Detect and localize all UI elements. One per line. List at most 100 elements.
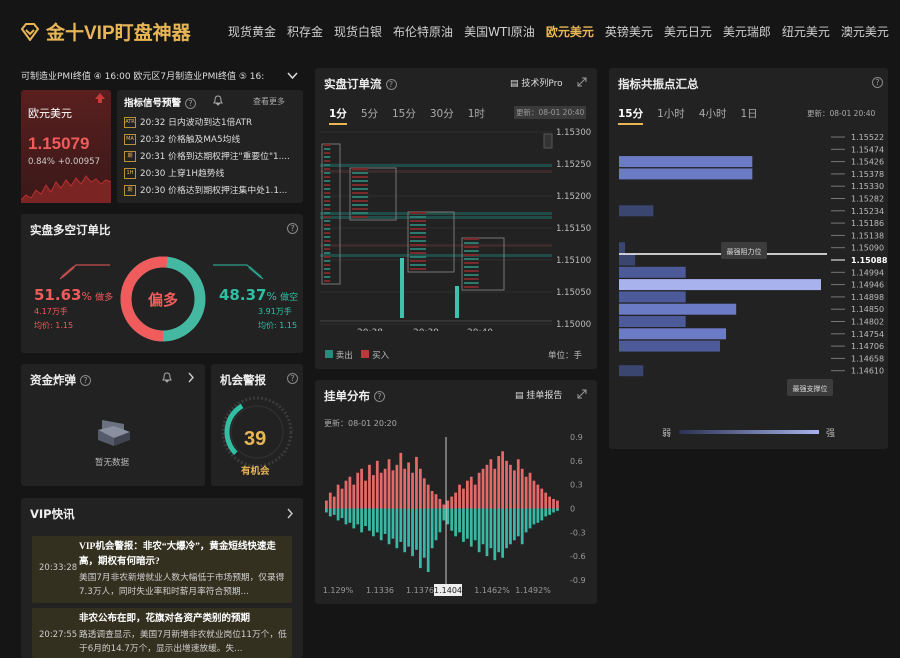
short-label: 做空 <box>280 293 299 303</box>
timeframe-tab[interactable]: 1小时 <box>657 106 685 125</box>
news-item[interactable]: 20:27:55 非农公布在即，花旗对各资产类别的预期 路透调查显示，美国7月新… <box>32 608 292 658</box>
footprint-cell <box>352 216 369 218</box>
depth-report-button[interactable]: ▤ 挂单报告 <box>515 388 562 401</box>
quote-price: 1.15079 <box>28 134 90 153</box>
chevron-right-icon[interactable] <box>286 508 294 519</box>
timeframe-tab[interactable]: 1日 <box>741 106 758 125</box>
timeframe-tab[interactable]: 30分 <box>430 106 454 125</box>
nav-tab[interactable]: 美元瑞郎 <box>723 23 771 40</box>
ask-bar <box>364 508 367 526</box>
signal-time: 20:30 <box>140 186 169 196</box>
ask-bar <box>540 508 544 521</box>
orderflow-timeframe-tabs: 1分 5分 15分 30分 1时 <box>329 106 485 125</box>
signal-item[interactable]: ATR 20:32 日内波动到达1倍ATR <box>124 115 300 128</box>
nav-tab[interactable]: 布伦特原油 <box>393 23 453 40</box>
levels-updated: 更新：08-01 20:40 <box>807 109 876 118</box>
bid-bar <box>454 492 457 509</box>
quote-card[interactable]: 欧元美元 1.15079 0.84% +0.00957 <box>21 90 111 203</box>
help-icon[interactable]: ? <box>287 373 298 384</box>
bell-icon[interactable] <box>213 95 223 106</box>
bid-bar <box>540 488 544 509</box>
footprint-cell <box>410 224 427 226</box>
ask-bar <box>383 508 387 534</box>
bid-bar <box>469 476 473 509</box>
footprint-cell <box>410 268 427 270</box>
nav-tab[interactable]: 美元日元 <box>664 23 712 40</box>
nav-tab[interactable]: 积存金 <box>287 23 323 40</box>
y-tick-label: 0.9 <box>570 433 583 442</box>
timeframe-tab[interactable]: 1时 <box>468 106 485 125</box>
ask-bar <box>501 508 504 558</box>
ask-bar <box>379 508 383 541</box>
timeframe-tab[interactable]: 1分 <box>329 106 347 125</box>
footprint-cell <box>324 240 331 242</box>
bid-bar <box>438 498 442 509</box>
nav-tab[interactable]: 美国WTI原油 <box>464 23 535 40</box>
nav-tab[interactable]: 纽元美元 <box>782 23 830 40</box>
help-icon[interactable]: ? <box>385 79 397 90</box>
alert-title: 机会警报 <box>220 373 266 387</box>
level-price-label: 1.15282 <box>851 195 884 204</box>
expand-icon[interactable] <box>577 77 587 87</box>
footprint-cell <box>324 232 331 234</box>
footprint-cell <box>352 212 369 214</box>
y-tick-label: -0.6 <box>570 552 586 561</box>
calendar-ticker[interactable]: 可制造业PMI终值 ④ 16:00 欧元区7月制造业PMI终值 ⑤ 16: <box>21 69 304 85</box>
bid-bar <box>501 451 504 509</box>
signal-item[interactable]: 期 20:30 价格达到期权押注集中处1.1... <box>124 183 300 196</box>
nav-tab[interactable]: 现货白银 <box>334 23 382 40</box>
levels-chart[interactable]: 1.15522 1.15474 1.15426 1.15378 1.15330 1.152… <box>609 128 888 438</box>
level-price-label: 1.15474 <box>851 145 884 154</box>
timeframe-tab[interactable]: 4小时 <box>699 106 727 125</box>
ask-bar <box>426 508 430 573</box>
bell-icon[interactable] <box>162 372 172 383</box>
footprint-cell <box>324 200 331 202</box>
chevron-right-icon[interactable] <box>187 372 195 383</box>
footprint-cell <box>464 266 479 268</box>
help-icon[interactable]: ? <box>287 223 298 234</box>
level-bar <box>619 316 686 327</box>
ask-bar <box>458 508 461 533</box>
footprint-cell <box>464 274 479 276</box>
long-avg: 1.15 <box>55 321 74 330</box>
bid-bar <box>336 484 340 509</box>
orderflow-title: 实盘订单流 <box>324 77 382 91</box>
help-icon[interactable]: ? <box>374 391 385 402</box>
footprint-cell <box>324 156 331 158</box>
tech-pro-button[interactable]: ▤ 技术列Pro <box>510 76 563 89</box>
help-icon[interactable]: ? <box>80 375 91 386</box>
news-item[interactable]: 20:33:28 VIP机会警报：非农“大爆冷”，黄金短线快速走高，期权有何暗示… <box>32 536 292 603</box>
long-amount: 4.17万手 <box>34 307 68 316</box>
funds-empty-text: 暂无数据 <box>95 458 130 468</box>
signals-more-link[interactable]: 查看更多 <box>253 96 285 107</box>
footprint-cell <box>324 164 331 166</box>
ask-bar <box>454 508 457 537</box>
bid-bar <box>528 472 532 509</box>
footprint-cell <box>324 236 331 238</box>
nav-tab[interactable]: 英镑美元 <box>605 23 653 40</box>
help-icon[interactable]: ? <box>185 98 197 109</box>
chevron-down-icon[interactable] <box>287 71 298 80</box>
timeframe-tab[interactable]: 5分 <box>361 106 378 125</box>
signal-item[interactable]: 期 20:31 价格到达期权押注"重要位"1.... <box>124 149 300 162</box>
bid-bar <box>352 484 356 509</box>
timeframe-tab[interactable]: 15分 <box>618 106 644 125</box>
nav-tab[interactable]: 现货黄金 <box>228 23 276 40</box>
help-icon[interactable]: ? <box>872 77 883 88</box>
timeframe-tab[interactable]: 15分 <box>392 106 416 125</box>
signal-item[interactable]: 1H 20:30 上穿1H趋势线 <box>124 166 300 179</box>
bid-bar <box>387 459 391 509</box>
depth-chart[interactable]: 0.9 0.6 0.3 0 -0.3 -0.6 -0.9 1.129% 1.1336 1.1376… <box>320 432 595 602</box>
orderflow-chart[interactable]: 1.15300 1.15250 1.15200 1.15150 1.15100 1.150… <box>320 126 595 331</box>
ask-bar <box>352 508 356 529</box>
expand-icon[interactable] <box>577 389 587 399</box>
level-bar <box>619 242 626 254</box>
nav-tab[interactable]: 澳元美元 <box>841 23 889 40</box>
nav-tab[interactable]: 欧元美元 <box>546 23 594 40</box>
level-bar <box>619 365 644 377</box>
footprint-cell <box>410 228 427 230</box>
support-label: 最强支撑位 <box>793 384 828 393</box>
price-tick-label: 1.15000 <box>556 320 591 330</box>
signal-item[interactable]: MA 20:32 价格触及MA5均线 <box>124 132 300 145</box>
brand-logo[interactable]: 金十VIP盯盘神器 <box>20 18 191 45</box>
